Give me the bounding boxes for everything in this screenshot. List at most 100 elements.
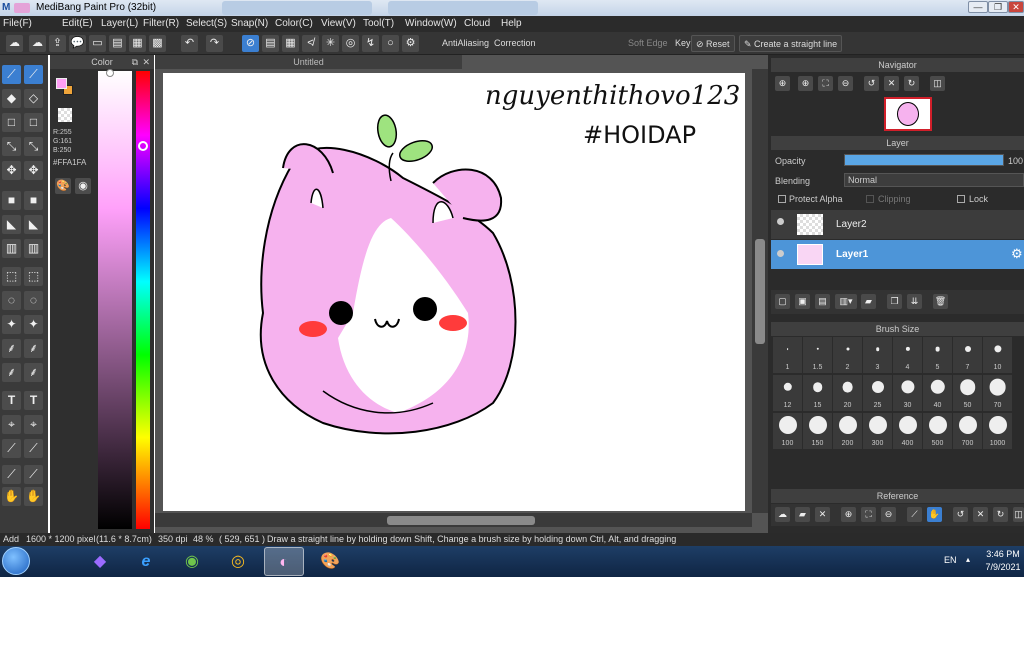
brush-size-cell[interactable]: 4 — [893, 337, 922, 373]
flip-icon[interactable]: ✕ — [884, 76, 899, 91]
drawing-canvas[interactable]: nguyenthithovo123 #HOIDAP — [163, 73, 745, 511]
cloud-icon[interactable]: ☁ — [6, 35, 23, 52]
clock[interactable]: 3:46 PM 7/9/2021 — [982, 548, 1024, 574]
rotate-left-icon[interactable]: ↺ — [864, 76, 879, 91]
fill-shape-icon[interactable]: ■ — [2, 191, 21, 210]
bucket-icon[interactable]: ◣ — [2, 215, 21, 234]
straight-line-button[interactable]: ✎ Create a straight line — [739, 35, 843, 52]
speech-balloon-icon[interactable]: ▭ — [89, 35, 106, 52]
hand-icon[interactable]: ✋ — [927, 507, 942, 522]
flip-icon[interactable]: ✕ — [973, 507, 988, 522]
language-indicator[interactable]: EN — [944, 555, 957, 565]
minimize-button[interactable]: — — [968, 1, 988, 13]
merge-down-icon[interactable]: ⇊ — [907, 294, 922, 309]
navigator-preview[interactable] — [884, 97, 932, 131]
brush-size-cell[interactable]: 10 — [983, 337, 1012, 373]
brush-size-cell[interactable]: 7 — [953, 337, 982, 373]
hue-handle[interactable] — [138, 141, 148, 151]
parallel-snap-icon[interactable]: ▤ — [262, 35, 279, 52]
lasso-alt-icon[interactable]: ◌ — [24, 291, 43, 310]
new-halftone-layer-icon[interactable]: ▣ — [795, 294, 810, 309]
brush-size-cell[interactable]: 700 — [953, 413, 982, 449]
layer-row-layer2[interactable]: Layer2 — [771, 210, 1024, 239]
brush-size-cell[interactable]: 12 — [773, 375, 802, 411]
protect-alpha-checkbox[interactable] — [778, 195, 786, 203]
brush-size-cell[interactable]: 30 — [893, 375, 922, 411]
menu-help[interactable]: Help — [501, 18, 522, 29]
close-icon[interactable]: ✕ — [815, 507, 830, 522]
selection-icon[interactable]: ⬚ — [2, 267, 21, 286]
fit-icon[interactable]: ⛶ — [818, 76, 833, 91]
grid-snap-icon[interactable]: ▦ — [282, 35, 299, 52]
brush-size-cell[interactable]: 300 — [863, 413, 892, 449]
menu-cloud[interactable]: Cloud — [464, 18, 490, 29]
primary-color-swatch[interactable] — [56, 78, 67, 89]
move-tool-icon[interactable]: ✥ — [2, 161, 21, 180]
move-tool-alt-icon[interactable]: ✥ — [24, 161, 43, 180]
magic-wand-alt-icon[interactable]: ✦ — [24, 315, 43, 334]
brush-size-cell[interactable]: 150 — [803, 413, 832, 449]
brush-size-cell[interactable]: 400 — [893, 413, 922, 449]
brush-size-cell[interactable]: 1000 — [983, 413, 1012, 449]
horizontal-scrollbar[interactable] — [155, 513, 752, 527]
bucket-alt-icon[interactable]: ◣ — [24, 215, 43, 234]
text-tool-alt-icon[interactable]: T — [24, 391, 43, 410]
folder-icon[interactable]: ▰ — [861, 294, 876, 309]
selection-alt-icon[interactable]: ⬚ — [24, 267, 43, 286]
brush-size-cell[interactable]: 25 — [863, 375, 892, 411]
brush-tool-alt-icon[interactable]: ⟋ — [24, 65, 43, 84]
visual-studio-icon[interactable]: ◆ — [80, 547, 120, 576]
cloud-upload-icon[interactable]: ☁ — [29, 35, 46, 52]
horizontal-scroll-thumb[interactable] — [387, 516, 535, 525]
eye-icon[interactable] — [777, 250, 784, 257]
brush-size-cell[interactable]: 3 — [863, 337, 892, 373]
square-select-alt-icon[interactable]: □ — [24, 113, 43, 132]
frame-icon[interactable]: ▩ — [149, 35, 166, 52]
ie-icon[interactable]: e — [126, 547, 166, 576]
rotate-right-icon[interactable]: ↻ — [904, 76, 919, 91]
brush-size-cell[interactable]: 50 — [953, 375, 982, 411]
menu-file[interactable]: File(F) — [3, 18, 32, 29]
popout-icon[interactable]: ⧉ — [132, 55, 138, 69]
close-panel-icon[interactable]: ✕ — [142, 55, 150, 69]
brush-size-cell[interactable]: 2 — [833, 337, 862, 373]
perspective-snap-icon[interactable]: ≮ — [302, 35, 319, 52]
start-button[interactable] — [2, 547, 30, 575]
hue-slider[interactable] — [136, 71, 150, 529]
background-browser-tab[interactable] — [388, 1, 538, 15]
zoom-out-icon[interactable]: ⊖ — [881, 507, 896, 522]
square-select-icon[interactable]: □ — [2, 113, 21, 132]
tray-chevron-icon[interactable]: ▴ — [966, 555, 970, 564]
zoom-in-icon[interactable]: ⊕ — [841, 507, 856, 522]
brush-size-cell[interactable]: 200 — [833, 413, 862, 449]
blending-select[interactable]: Normal — [844, 173, 1024, 187]
gear-icon[interactable]: ⚙ — [1011, 246, 1023, 262]
gradient-icon[interactable]: ▥ — [2, 239, 21, 258]
cloud-icon[interactable]: ☁ — [775, 507, 790, 522]
color-history-icon[interactable]: ◉ — [75, 178, 91, 194]
operation-alt-icon[interactable]: ⌖ — [24, 415, 43, 434]
hand-icon[interactable]: ✋ — [2, 487, 21, 506]
eyedropper-icon[interactable]: ⟋ — [2, 439, 21, 458]
window-icon[interactable]: ◫ — [930, 76, 945, 91]
new-layer-menu-icon[interactable]: ▥▾ — [835, 294, 857, 309]
brush-size-cell[interactable]: 1 — [773, 337, 802, 373]
zoom-in-alt-icon[interactable]: ⊕ — [798, 76, 813, 91]
select-pen-alt-icon[interactable]: ⸙ — [24, 339, 43, 358]
brightness-handle[interactable] — [106, 69, 114, 77]
zoom-out-icon[interactable]: ⊖ — [838, 76, 853, 91]
transparent-swatch[interactable] — [58, 108, 72, 122]
brush-size-cell[interactable]: 100 — [773, 413, 802, 449]
brush-size-cell[interactable]: 20 — [833, 375, 862, 411]
fit-icon[interactable]: ⛶ — [861, 507, 876, 522]
document-tab[interactable]: Untitled — [155, 55, 462, 69]
redo-icon[interactable]: ↷ — [206, 35, 223, 52]
menu-snap[interactable]: Snap(N) — [231, 18, 268, 29]
page-icon[interactable]: ▤ — [109, 35, 126, 52]
brush-size-cell[interactable]: 15 — [803, 375, 832, 411]
undo-icon[interactable]: ↶ — [181, 35, 198, 52]
open-folder-icon[interactable]: ▰ — [795, 507, 810, 522]
lasso-icon[interactable]: ◌ — [2, 291, 21, 310]
eraser-icon[interactable]: ◆ — [2, 89, 21, 108]
concentric-snap-icon[interactable]: ◎ — [342, 35, 359, 52]
